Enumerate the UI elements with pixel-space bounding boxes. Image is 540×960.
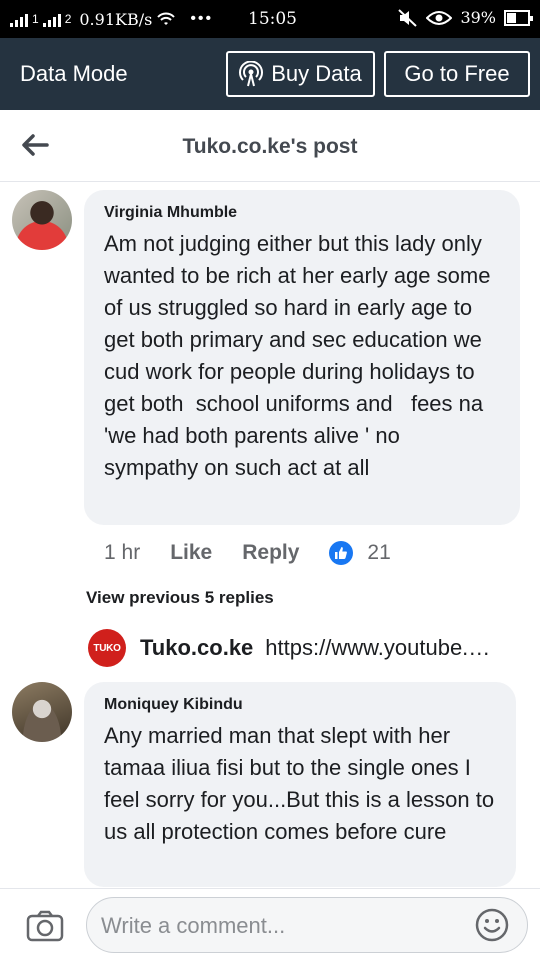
comment-bubble[interactable]: Virginia Mhumble Am not judging either b… (84, 190, 520, 525)
network-speed: 0.91KB/s (79, 9, 153, 29)
buy-data-button[interactable]: Buy Data (226, 51, 375, 97)
battery-percent: 39% (460, 8, 496, 27)
status-bar: 1 2 0.91KB/s ••• 15:05 39% (0, 0, 540, 38)
post-header: Tuko.co.ke's post (0, 110, 540, 182)
battery-icon (504, 9, 533, 26)
reply-text: https://www.youtube.com/ (265, 635, 498, 660)
broadcast-icon (239, 61, 264, 87)
comment-input[interactable]: Write a comment... (86, 897, 528, 953)
sim2-label: 2 (64, 12, 72, 26)
comment-author[interactable]: Virginia Mhumble (104, 204, 500, 222)
signal-icon (42, 11, 61, 27)
emoji-icon[interactable] (475, 908, 509, 942)
comment-bubble[interactable]: Moniquey Kibindu Any married man that sl… (84, 682, 516, 887)
tuko-logo-icon: TUKO (88, 629, 126, 667)
wifi-icon (157, 12, 176, 25)
go-to-free-label: Go to Free (404, 61, 510, 86)
data-mode-bar: Data Mode Buy Data Go to Free (0, 38, 540, 110)
reply-button[interactable]: Reply (242, 541, 299, 565)
more-notifications-icon: ••• (190, 10, 214, 27)
view-previous-replies-link[interactable]: View previous 5 replies (86, 588, 274, 608)
comment-text: Am not judging either but this lady only… (104, 231, 497, 480)
thumbs-up-icon[interactable] (329, 541, 354, 565)
avatar[interactable] (12, 190, 72, 250)
comment-text: Any married man that slept with her tama… (104, 723, 501, 844)
reaction-count[interactable]: 21 (367, 541, 390, 565)
like-button[interactable]: Like (170, 541, 212, 565)
signal-icon (10, 11, 28, 27)
comment-timestamp[interactable]: 1 hr (104, 541, 140, 565)
mute-icon (398, 8, 418, 27)
comment-composer: Write a comment... (0, 888, 540, 960)
camera-icon[interactable] (26, 910, 64, 942)
data-mode-title: Data Mode (20, 61, 128, 86)
comment-actions: 1 hr Like Reply 21 (104, 538, 391, 568)
latest-reply-preview[interactable]: TUKO Tuko.co.ke https://www.youtube.com/ (88, 628, 528, 668)
sim1-label: 1 (32, 12, 39, 26)
go-to-free-button[interactable]: Go to Free (384, 51, 530, 97)
clock: 15:05 (248, 9, 297, 29)
comment-author[interactable]: Moniquey Kibindu (104, 696, 496, 714)
page-title: Tuko.co.ke's post (182, 135, 358, 158)
reply-author: Tuko.co.ke (140, 635, 254, 660)
avatar[interactable] (12, 682, 72, 742)
eye-icon (426, 10, 453, 25)
comment-placeholder: Write a comment... (101, 913, 286, 938)
buy-data-label: Buy Data (271, 61, 362, 86)
